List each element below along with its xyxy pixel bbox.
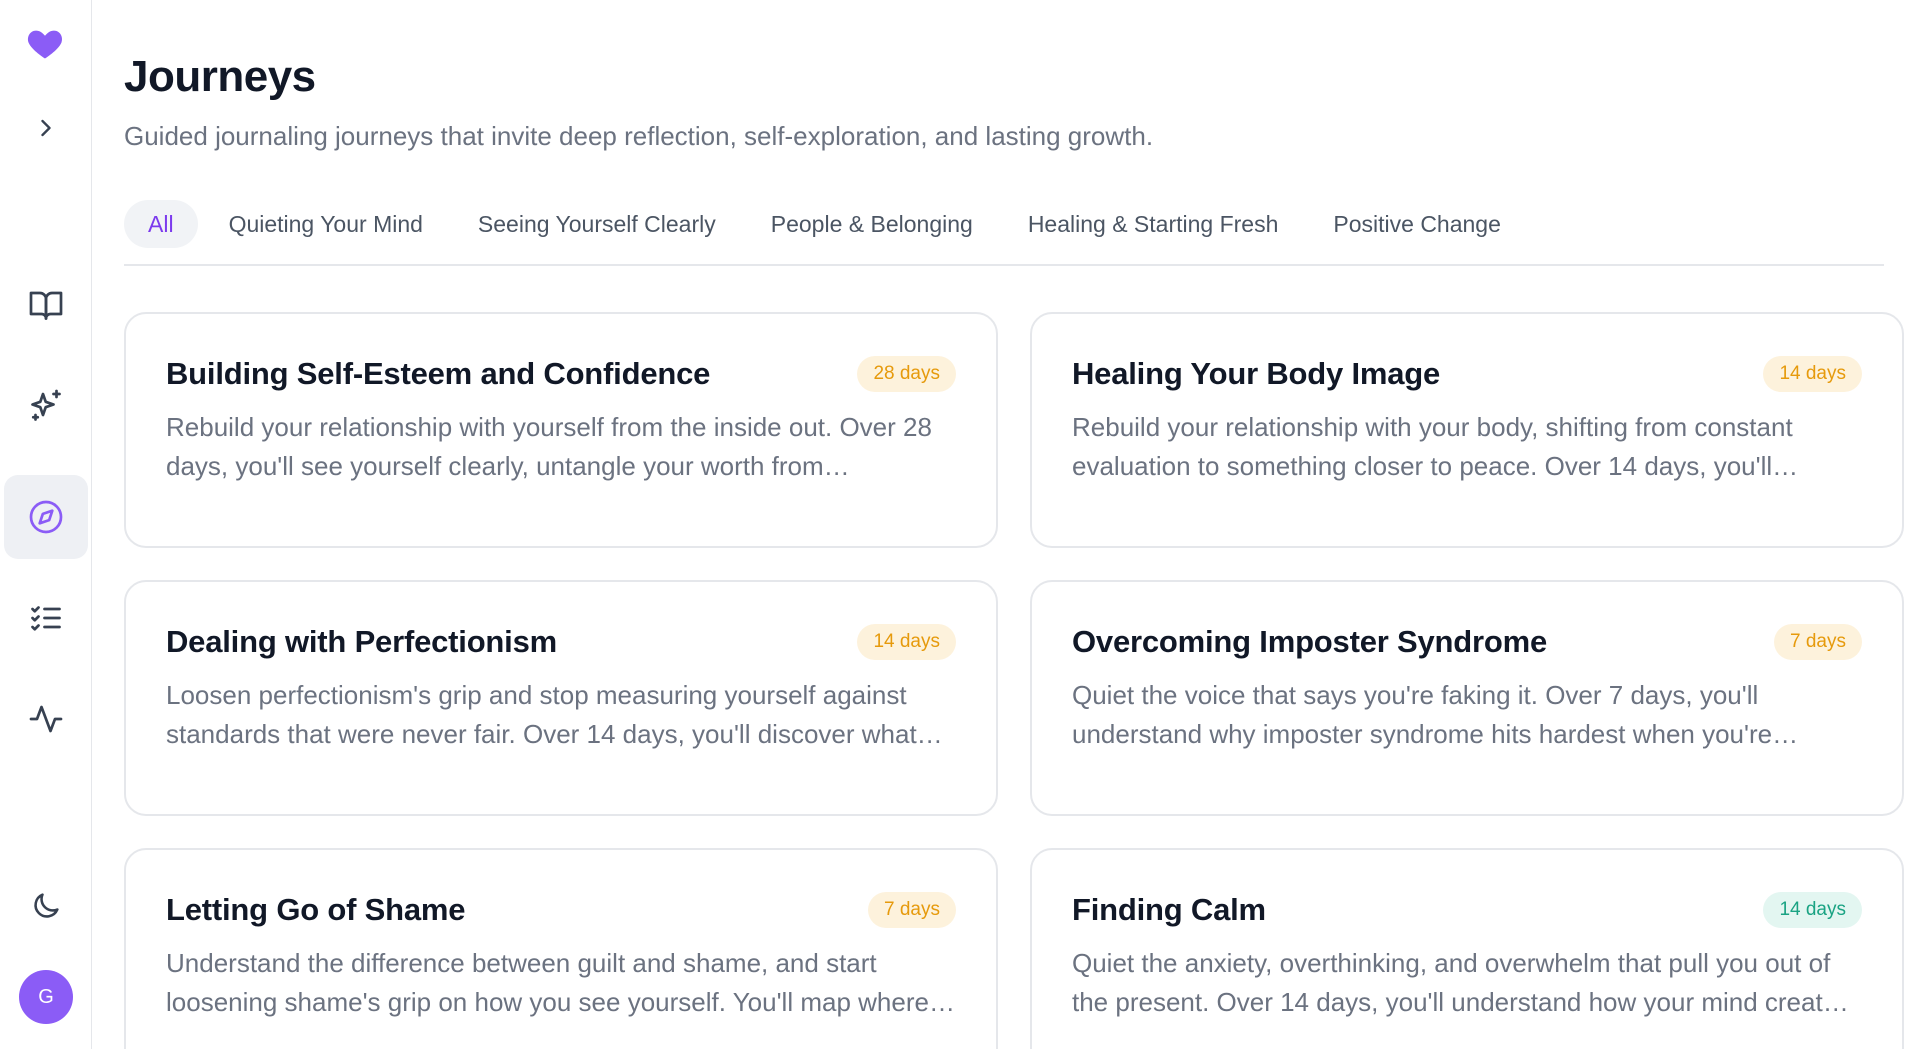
journey-card[interactable]: Building Self-Esteem and Confidence 28 d… xyxy=(124,312,998,548)
avatar[interactable]: G xyxy=(19,970,73,1024)
sidebar-item-journeys[interactable] xyxy=(4,475,88,559)
tab-positive-change[interactable]: Positive Change xyxy=(1309,200,1525,248)
duration-badge: 7 days xyxy=(1774,624,1862,660)
journey-description: Loosen perfectionism's grip and stop mea… xyxy=(166,680,917,749)
page-title: Journeys xyxy=(124,52,316,101)
main-content: Journeys Guided journaling journeys that… xyxy=(92,0,1920,1049)
sidebar-expand-button[interactable] xyxy=(4,86,88,170)
moon-icon xyxy=(29,889,63,923)
tab-seeing-yourself-clearly[interactable]: Seeing Yourself Clearly xyxy=(454,200,740,248)
journey-card[interactable]: Healing Your Body Image 14 days Rebuild … xyxy=(1030,312,1904,548)
sidebar-item-prompts[interactable] xyxy=(4,364,88,448)
duration-badge: 28 days xyxy=(857,356,956,392)
journey-card[interactable]: Dealing with Perfectionism 14 days Loose… xyxy=(124,580,998,816)
sidebar-item-tasks[interactable] xyxy=(4,576,88,660)
journey-card[interactable]: Finding Calm 14 days Quiet the anxiety, … xyxy=(1030,848,1904,1049)
journey-description: Quiet the voice that says you're faking … xyxy=(1072,680,1773,749)
journey-card[interactable]: Letting Go of Shame 7 days Understand th… xyxy=(124,848,998,1049)
journey-title: Building Self-Esteem and Confidence xyxy=(166,356,711,391)
chevron-right-icon xyxy=(32,114,60,142)
app-root: G Journeys Guided journaling journeys th… xyxy=(0,0,1920,1049)
list-checks-icon xyxy=(28,600,64,636)
book-open-icon xyxy=(28,287,64,323)
journey-description: Rebuild your relationship with yourself … xyxy=(166,412,932,481)
journey-title: Finding Calm xyxy=(1072,892,1266,927)
sidebar-item-insights[interactable] xyxy=(4,677,88,761)
page-subtitle: Guided journaling journeys that invite d… xyxy=(124,121,1154,151)
heart-icon[interactable] xyxy=(26,26,66,62)
journey-description: Rebuild your relationship with your body… xyxy=(1072,412,1793,481)
tab-healing-starting-fresh[interactable]: Healing & Starting Fresh xyxy=(1004,200,1303,248)
journey-title: Healing Your Body Image xyxy=(1072,356,1441,391)
activity-icon xyxy=(28,701,64,737)
tab-quieting-your-mind[interactable]: Quieting Your Mind xyxy=(205,200,447,248)
compass-icon xyxy=(28,499,64,535)
duration-badge: 14 days xyxy=(857,624,956,660)
journey-title: Dealing with Perfectionism xyxy=(166,624,557,659)
journey-grid: Building Self-Esteem and Confidence 28 d… xyxy=(124,312,1904,1049)
journey-title: Overcoming Imposter Syndrome xyxy=(1072,624,1548,659)
tab-people-belonging[interactable]: People & Belonging xyxy=(747,200,997,248)
duration-badge: 14 days xyxy=(1763,892,1862,928)
duration-badge: 7 days xyxy=(868,892,956,928)
tab-all[interactable]: All xyxy=(124,200,198,248)
theme-toggle-button[interactable] xyxy=(4,864,88,948)
duration-badge: 14 days xyxy=(1763,356,1862,392)
journey-description: Understand the difference between guilt … xyxy=(166,948,929,1017)
journey-card[interactable]: Overcoming Imposter Syndrome 7 days Quie… xyxy=(1030,580,1904,816)
sidebar-item-journal[interactable] xyxy=(4,263,88,347)
category-tabs: All Quieting Your Mind Seeing Yourself C… xyxy=(124,200,1884,266)
avatar-initial: G xyxy=(38,985,54,1008)
sidebar: G xyxy=(0,0,92,1049)
sparkles-icon xyxy=(28,388,64,424)
journey-title: Letting Go of Shame xyxy=(166,892,466,927)
journey-description: Quiet the anxiety, overthinking, and ove… xyxy=(1072,948,1851,1017)
